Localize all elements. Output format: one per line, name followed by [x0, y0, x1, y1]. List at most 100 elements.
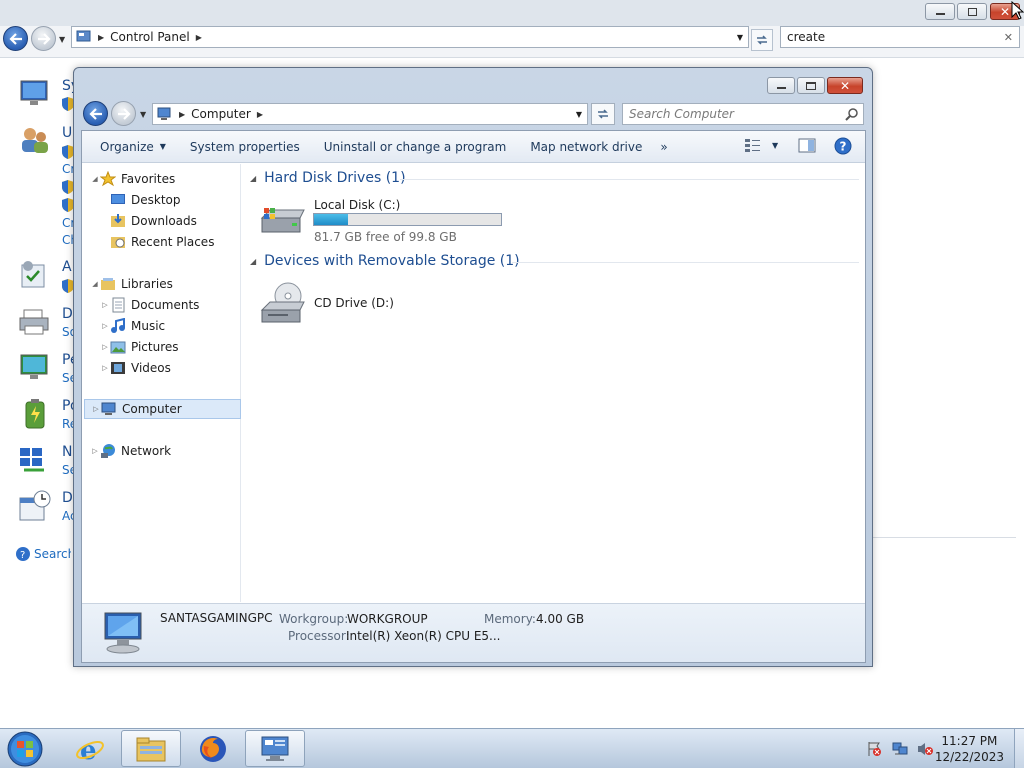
- system-properties-button[interactable]: System properties: [178, 135, 312, 159]
- nav-item-label: Pictures: [131, 340, 179, 354]
- system-properties-label: System properties: [189, 139, 300, 154]
- recent-pages-dropdown[interactable]: ▼: [140, 110, 146, 119]
- firefox-icon: [200, 735, 226, 762]
- chevron-down-icon: ▼: [159, 142, 166, 151]
- printer-icon: [19, 309, 49, 335]
- svg-text:?: ?: [20, 550, 25, 561]
- breadcrumb-separator-icon: ▶: [195, 32, 202, 42]
- close-button[interactable]: ✕: [827, 77, 863, 94]
- nav-item-label: Downloads: [131, 214, 197, 228]
- users-icon: [22, 128, 48, 153]
- computer-name: SANTASGAMINGPC: [160, 611, 273, 625]
- nav-item-downloads[interactable]: Downloads: [110, 211, 197, 231]
- nav-item-music[interactable]: ▷ Music: [100, 316, 165, 336]
- group-header-hard-disk-drives[interactable]: ◢ Hard Disk Drives (1): [250, 170, 406, 186]
- memory-label: Memory:: [484, 612, 536, 626]
- background-search-value: create: [787, 30, 826, 44]
- forward-button[interactable]: [111, 101, 136, 126]
- star-icon: [100, 171, 116, 187]
- map-network-drive-button[interactable]: Map network drive: [518, 135, 654, 159]
- computer-icon: [101, 402, 116, 415]
- breadcrumb-control-panel[interactable]: Control Panel: [110, 30, 190, 44]
- map-network-drive-label: Map network drive: [530, 139, 643, 154]
- personalization-icon: [20, 354, 48, 379]
- address-dropdown-icon[interactable]: ▼: [737, 33, 743, 42]
- music-icon: [111, 318, 125, 333]
- organize-button[interactable]: Organize ▼: [88, 135, 178, 159]
- nav-item-pictures[interactable]: ▷ Pictures: [100, 337, 179, 357]
- taskbar-control-panel[interactable]: [245, 730, 305, 767]
- divider-line: [873, 537, 1016, 538]
- breadcrumb-computer[interactable]: Computer: [191, 107, 251, 121]
- background-search-input[interactable]: create ✕: [780, 26, 1020, 48]
- group-header-label: Devices with Removable Storage (1): [264, 253, 520, 269]
- group-header-removable-storage[interactable]: ◢ Devices with Removable Storage (1): [250, 253, 520, 269]
- nav-item-label: Videos: [131, 361, 171, 375]
- nav-item-favorites[interactable]: ◢ Favorites: [90, 169, 175, 189]
- uninstall-program-button[interactable]: Uninstall or change a program: [312, 135, 519, 159]
- nav-item-videos[interactable]: ▷ Videos: [100, 358, 171, 378]
- mouse-cursor-icon: [1011, 1, 1024, 20]
- volume-tray-icon[interactable]: [916, 741, 934, 757]
- collapsed-arrow-icon: ▷: [92, 447, 98, 455]
- minimize-icon: [776, 87, 786, 89]
- refresh-icon: [757, 35, 767, 45]
- power-options-icon: [25, 399, 45, 429]
- nav-item-network[interactable]: ▷ Network: [90, 441, 171, 461]
- refresh-icon: [598, 109, 608, 119]
- collapsed-arrow-icon: ▷: [93, 405, 99, 413]
- action-center-icon: [21, 261, 45, 288]
- pictures-icon: [110, 341, 126, 354]
- organize-label: Organize: [100, 139, 154, 154]
- network-globe-icon: [101, 444, 115, 458]
- taskbar-firefox[interactable]: [183, 730, 243, 767]
- back-button[interactable]: [3, 26, 28, 51]
- minimize-icon: [935, 13, 945, 15]
- network-tray-icon[interactable]: [891, 741, 909, 757]
- action-center-tray-icon[interactable]: [866, 741, 882, 757]
- address-bar[interactable]: ▶ Computer ▶ ▼: [152, 103, 588, 125]
- maximize-button[interactable]: [797, 77, 825, 94]
- nav-item-documents[interactable]: ▷ Documents: [100, 295, 199, 315]
- taskbar: e 11:27 PM 12/22/2023: [0, 728, 1024, 768]
- view-options-icon: [745, 139, 760, 152]
- start-button[interactable]: [6, 730, 44, 768]
- collapsed-arrow-icon: ▷: [102, 301, 108, 309]
- drive-label: Local Disk (C:): [314, 198, 401, 212]
- more-commands-label: »: [660, 139, 668, 154]
- search-input[interactable]: Search Computer: [622, 103, 864, 125]
- documents-icon: [112, 297, 125, 313]
- taskbar-windows-explorer[interactable]: [121, 730, 181, 767]
- recent-pages-dropdown[interactable]: ▼: [59, 35, 65, 44]
- clear-search-icon[interactable]: ✕: [1004, 31, 1013, 44]
- background-address-bar[interactable]: ▶ Control Panel ▶ ▼: [71, 26, 749, 48]
- system-monitor-icon: [20, 80, 48, 105]
- forward-button[interactable]: [31, 26, 56, 51]
- help-button[interactable]: ?: [834, 137, 852, 155]
- nav-item-label: Favorites: [121, 172, 176, 186]
- help-icon: ?: [834, 137, 852, 155]
- nav-item-computer[interactable]: ▷ Computer: [84, 399, 241, 419]
- refresh-button[interactable]: [591, 103, 615, 125]
- taskbar-clock[interactable]: 11:27 PM 12/22/2023: [935, 733, 1004, 765]
- background-minimize-button[interactable]: [925, 3, 955, 20]
- workgroup-value: WORKGROUP: [347, 612, 428, 626]
- forward-arrow-icon: [117, 107, 131, 120]
- background-title-bar: ✕: [0, 0, 1024, 26]
- more-commands-button[interactable]: »: [654, 135, 673, 159]
- address-dropdown-icon[interactable]: ▼: [576, 110, 582, 119]
- command-bar: Organize ▼ System properties Uninstall o…: [82, 131, 865, 163]
- background-refresh-button[interactable]: [751, 29, 773, 51]
- minimize-button[interactable]: [767, 77, 795, 94]
- search-windows-help-link[interactable]: ? Search W: [15, 546, 71, 562]
- change-view-button[interactable]: ▼: [744, 137, 778, 153]
- nav-item-libraries[interactable]: ◢ Libraries: [90, 274, 173, 294]
- taskbar-internet-explorer[interactable]: e: [60, 730, 120, 767]
- nav-item-recent-places[interactable]: Recent Places: [110, 232, 214, 252]
- background-restore-button[interactable]: [957, 3, 987, 20]
- breadcrumb-separator-icon: ▶: [98, 32, 105, 42]
- nav-item-desktop[interactable]: Desktop: [110, 190, 181, 210]
- preview-pane-button[interactable]: [798, 138, 816, 154]
- back-button[interactable]: [83, 101, 108, 126]
- show-desktop-button[interactable]: [1014, 729, 1024, 768]
